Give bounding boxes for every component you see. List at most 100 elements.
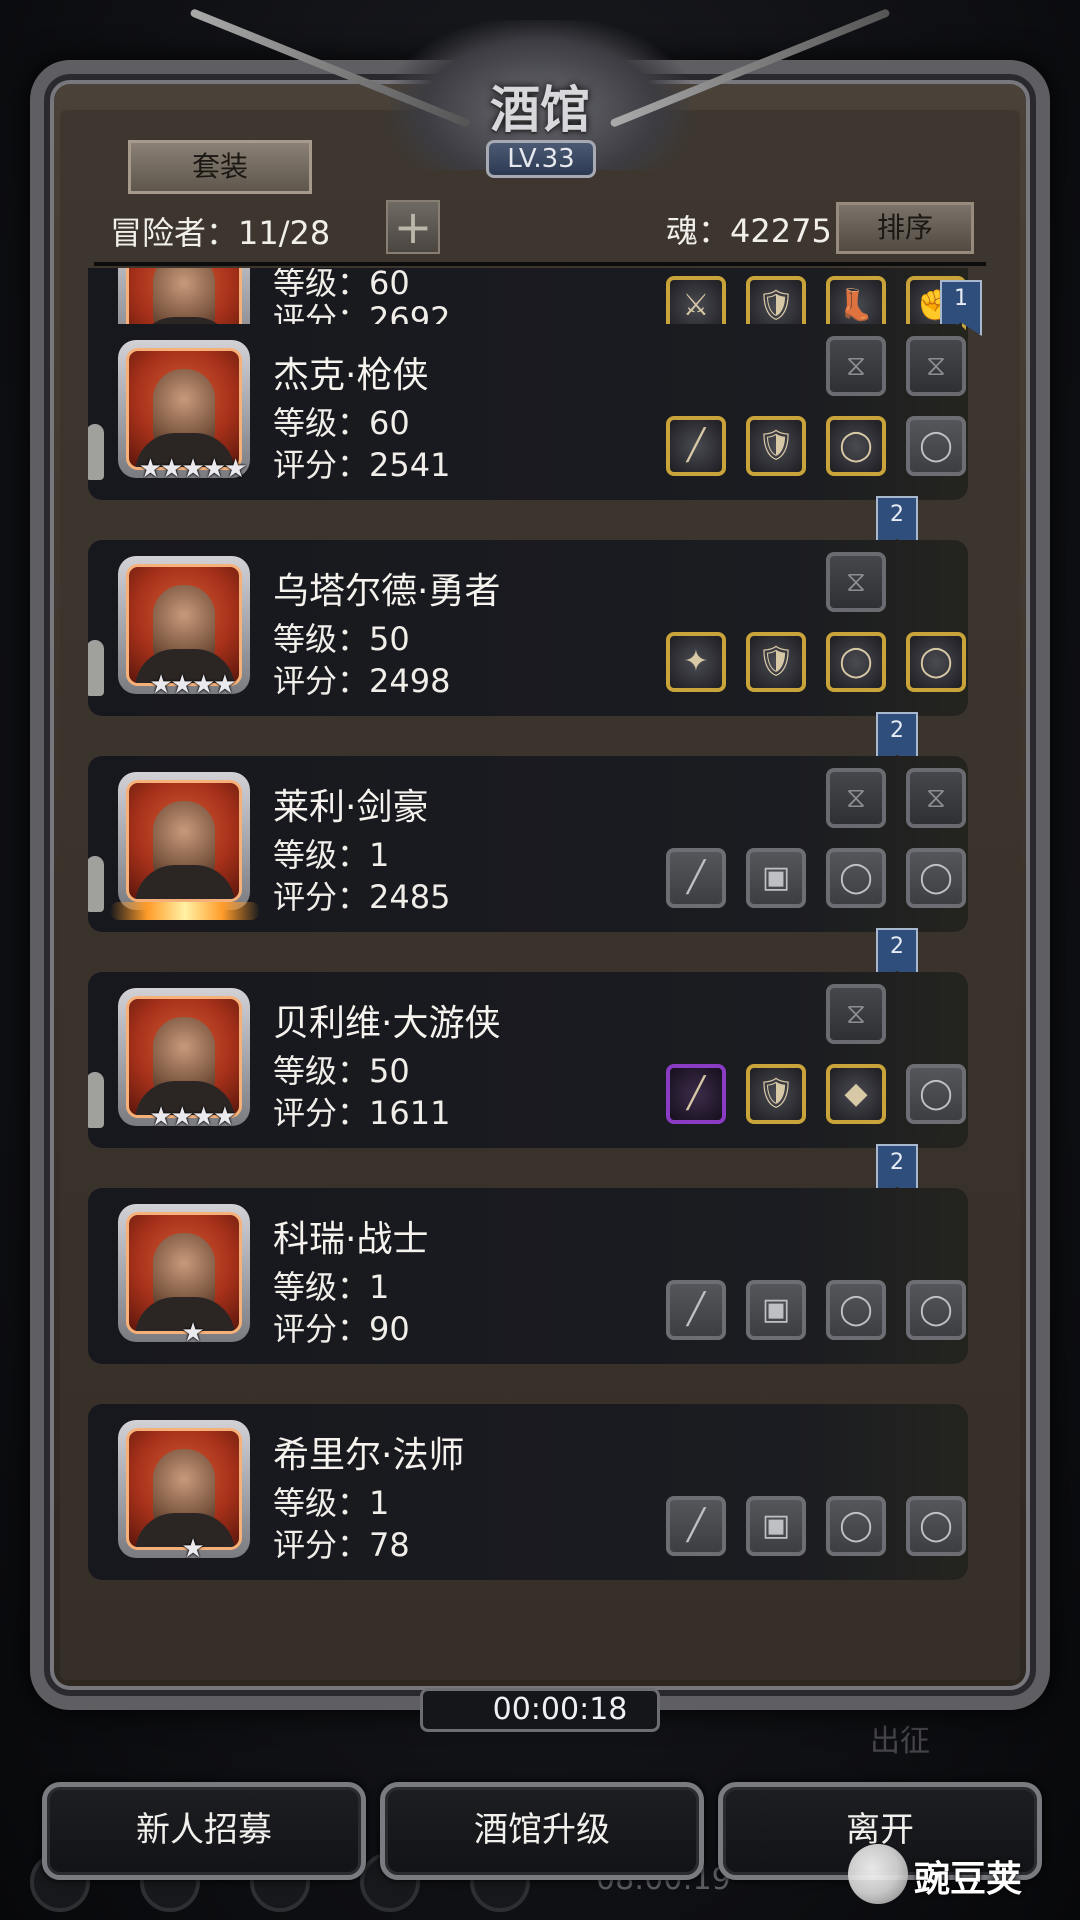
equipment-glyph: 🛡 bbox=[756, 428, 796, 463]
hero-score: 评分：2485 bbox=[273, 878, 451, 916]
hero-name: 莱利·剑豪 bbox=[273, 787, 429, 828]
ring-slot-icon[interactable]: ◯ bbox=[906, 1064, 966, 1124]
armor-icon[interactable]: 🛡 bbox=[746, 416, 806, 476]
suit-button[interactable]: 套装 bbox=[128, 140, 312, 194]
watermark-text: 豌豆荚 bbox=[914, 1859, 1023, 1900]
equipment-glyph: ◯ bbox=[839, 428, 873, 463]
equipment-glyph: ◯ bbox=[839, 1292, 873, 1327]
hero-portrait[interactable]: ★★★★ bbox=[118, 556, 250, 700]
hero-portrait[interactable]: ★★★★ bbox=[118, 988, 250, 1132]
equipment-glyph: ◯ bbox=[919, 1508, 953, 1543]
hero-name: 乌塔尔德·勇者 bbox=[273, 571, 501, 612]
hourglass-icon[interactable]: ⧖ bbox=[826, 552, 886, 612]
hero-portrait-art bbox=[126, 1212, 242, 1334]
equipment-glyph: ◆ bbox=[844, 1076, 868, 1111]
armor-icon[interactable]: 🛡 bbox=[746, 632, 806, 692]
hero-portrait[interactable]: ★ bbox=[118, 1204, 250, 1348]
hourglass-icon[interactable]: ⧖ bbox=[906, 768, 966, 828]
header-divider bbox=[94, 262, 986, 266]
ring-slot-icon[interactable]: ◯ bbox=[906, 1280, 966, 1340]
equipment-glyph: ✦ bbox=[683, 644, 709, 679]
adventurer-count: 冒险者：11/28 bbox=[110, 214, 331, 252]
bookmark-number: 2 bbox=[890, 502, 904, 527]
ring-slot-icon[interactable]: ◯ bbox=[826, 1280, 886, 1340]
equipment-glyph: 🛡 bbox=[756, 644, 796, 679]
tavern-level-badge: LV.33 bbox=[486, 140, 596, 178]
ring-slot-icon[interactable]: ◯ bbox=[826, 848, 886, 908]
hero-name: 贝利维·大游侠 bbox=[273, 1003, 501, 1044]
hero-portrait-art bbox=[126, 564, 242, 686]
deployed-figure-icon bbox=[88, 856, 104, 912]
equipment-glyph: ▣ bbox=[761, 860, 791, 895]
sword-slot-icon[interactable]: ╱ bbox=[666, 848, 726, 908]
sort-button[interactable]: 排序 bbox=[836, 202, 974, 254]
ring-slot-icon[interactable]: ◯ bbox=[906, 1496, 966, 1556]
soul-currency: 魂：42275 bbox=[666, 212, 832, 250]
rifle-icon[interactable]: ╱ bbox=[666, 416, 726, 476]
hero-card[interactable]: ★★★★ 乌塔尔德·勇者 等级：50 评分：2498 ⧖ ✦ 🛡 ◯ ◯ bbox=[88, 540, 968, 716]
bookmark-number: 2 bbox=[890, 934, 904, 959]
hourglass-glyph: ⧖ bbox=[926, 349, 946, 382]
bookmark-number: 1 bbox=[954, 286, 968, 311]
hourglass-icon[interactable]: ⧖ bbox=[826, 336, 886, 396]
hero-card[interactable]: ★ 希里尔·法师 等级：1 评分：78 ╱ ▣ ◯ ◯ bbox=[88, 1404, 968, 1580]
hero-score: 评分：2541 bbox=[273, 446, 451, 484]
hero-level: 等级：1 bbox=[273, 1268, 390, 1306]
page-title: 酒馆 bbox=[490, 80, 590, 139]
sword-slot-icon[interactable]: ╱ bbox=[666, 1280, 726, 1340]
hero-card[interactable]: ★★★★★ 杰克·枪侠等级：60 评分：2541 ⧖ ⧖ ╱ 🛡 ◯ ◯ bbox=[88, 324, 968, 500]
hero-card[interactable]: ★★★★ 贝利维·大游侠 等级：50 评分：1611 ⧖ ╱ 🛡 ◆ ◯ bbox=[88, 972, 968, 1148]
equipment-glyph: ▣ bbox=[761, 1508, 791, 1543]
hero-level: 等级：1 bbox=[273, 836, 390, 874]
crossbow-icon[interactable]: ╱ bbox=[666, 1064, 726, 1124]
hero-portrait[interactable]: ★★★★★ bbox=[118, 340, 250, 484]
ring-slot-icon[interactable]: ◯ bbox=[906, 416, 966, 476]
ring-icon[interactable]: ◯ bbox=[906, 632, 966, 692]
equipment-glyph: ◯ bbox=[919, 428, 953, 463]
hero-name: 希里尔·法师 bbox=[273, 1435, 465, 1476]
hero-portrait-art bbox=[126, 1428, 242, 1550]
ring-slot-icon[interactable]: ◯ bbox=[906, 848, 966, 908]
ring-icon[interactable]: ◯ bbox=[826, 632, 886, 692]
hero-portrait[interactable]: ★ bbox=[118, 1420, 250, 1564]
background-expedition-label: 出征 bbox=[870, 1724, 930, 1759]
equipment-glyph: ╱ bbox=[686, 1292, 706, 1327]
equipment-glyph: ◯ bbox=[839, 860, 873, 895]
amulet-icon[interactable]: ◆ bbox=[826, 1064, 886, 1124]
ring-slot-icon[interactable]: ◯ bbox=[826, 1496, 886, 1556]
hourglass-icon[interactable]: ⧖ bbox=[826, 768, 886, 828]
hero-portrait-art bbox=[126, 996, 242, 1118]
hero-level: 等级：60 bbox=[273, 404, 410, 442]
armor-slot-icon[interactable]: ▣ bbox=[746, 1496, 806, 1556]
hero-star-rating: ★ bbox=[181, 1318, 204, 1348]
ring-icon[interactable]: ◯ bbox=[826, 416, 886, 476]
bookmark-number: 2 bbox=[890, 718, 904, 743]
wandoujia-logo-icon bbox=[848, 1844, 908, 1904]
recruit-button[interactable]: 新人招募 bbox=[42, 1782, 366, 1880]
mace-icon[interactable]: ✦ bbox=[666, 632, 726, 692]
equipment-glyph: ◯ bbox=[919, 644, 953, 679]
hero-star-rating: ★★★★ bbox=[149, 1102, 236, 1132]
hero-card[interactable]: ★ 科瑞·战士 等级：1 评分：90 ╱ ▣ ◯ ◯ bbox=[88, 1188, 968, 1364]
deployed-figure-icon bbox=[88, 640, 104, 696]
hero-score: 评分：90 bbox=[273, 1310, 410, 1348]
staff-slot-icon[interactable]: ╱ bbox=[666, 1496, 726, 1556]
hero-card[interactable]: 莱利·剑豪等级：1 评分：2485 ⧖ ⧖ ╱ ▣ ◯ ◯ bbox=[88, 756, 968, 932]
hero-shoulders bbox=[135, 865, 235, 899]
add-adventurer-slot-button[interactable]: + bbox=[386, 200, 440, 254]
hero-list[interactable]: ★★★★★等级：60评分：2692⚔🛡👢✊1★★★★★杰克·枪侠等级：60评分：… bbox=[88, 268, 988, 1648]
hero-portrait[interactable] bbox=[110, 772, 260, 920]
hero-star-rating: ★★★★ bbox=[149, 670, 236, 700]
hourglass-icon[interactable]: ⧖ bbox=[826, 984, 886, 1044]
hero-name: 杰克·枪侠 bbox=[273, 355, 429, 396]
equipment-glyph: ╱ bbox=[686, 1076, 706, 1111]
hero-level: 等级：50 bbox=[273, 1052, 410, 1090]
armor-icon[interactable]: 🛡 bbox=[746, 1064, 806, 1124]
armor-slot-icon[interactable]: ▣ bbox=[746, 1280, 806, 1340]
hourglass-glyph: ⧖ bbox=[846, 349, 866, 382]
armor-slot-icon[interactable]: ▣ bbox=[746, 848, 806, 908]
tavern-upgrade-button[interactable]: 酒馆升级 bbox=[380, 1782, 704, 1880]
hero-score: 评分：2498 bbox=[273, 662, 451, 700]
hourglass-icon[interactable]: ⧖ bbox=[906, 336, 966, 396]
hero-score: 评分：78 bbox=[273, 1526, 410, 1564]
